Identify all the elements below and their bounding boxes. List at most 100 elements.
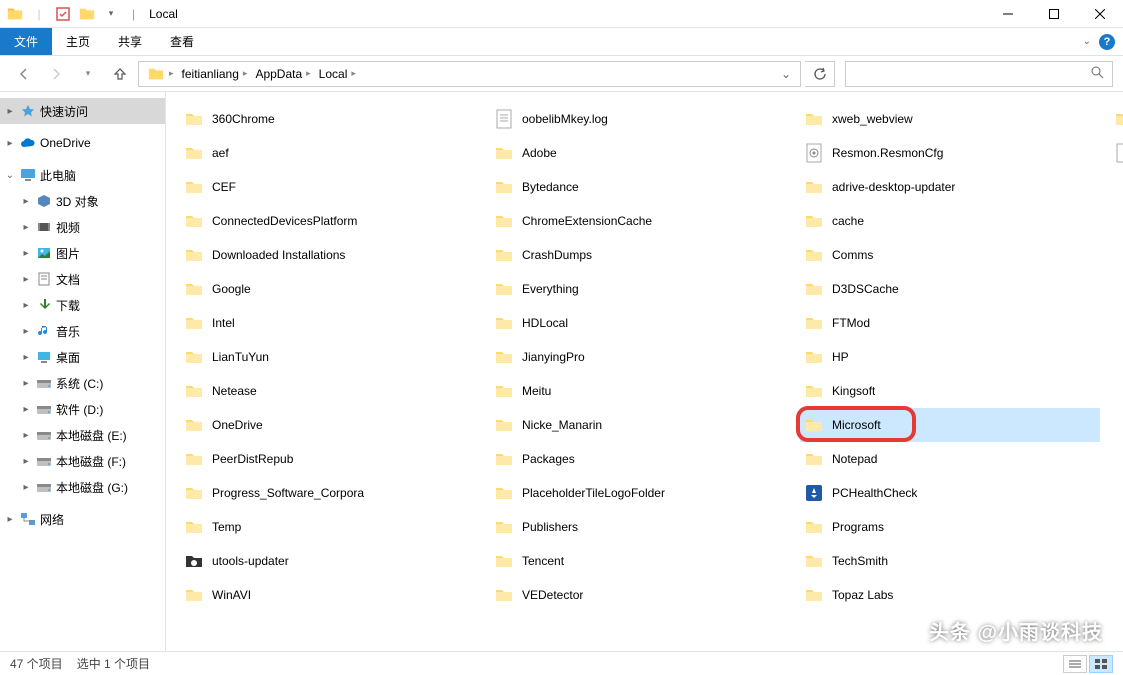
file-item[interactable]: Everything [490,272,790,306]
file-item[interactable]: Adobe [490,136,790,170]
file-item[interactable]: WinAVI [180,578,480,612]
up-button[interactable] [106,60,134,88]
sidebar-item[interactable]: ▸下载 [0,292,165,318]
chevron-right-icon[interactable]: ▸ [20,378,32,389]
file-item[interactable]: 360Chrome [180,102,480,136]
file-item[interactable]: PlaceholderTileLogoFolder [490,476,790,510]
file-item[interactable]: VirtualStore [1110,102,1123,136]
file-item[interactable]: Comms [800,238,1100,272]
file-item[interactable]: Notepad [800,442,1100,476]
file-item[interactable]: HDLocal [490,306,790,340]
back-button[interactable] [10,60,38,88]
chevron-right-icon[interactable]: ▸ [4,106,16,117]
file-item[interactable]: Meitu [490,374,790,408]
file-item[interactable]: OneDrive [180,408,480,442]
sidebar-item[interactable]: ▸本地磁盘 (E:) [0,422,165,448]
chevron-right-icon[interactable]: ▸ [20,248,32,259]
refresh-button[interactable] [805,61,835,87]
file-item[interactable]: Nicke_Manarin [490,408,790,442]
breadcrumb-root-icon[interactable]: ▸ [143,65,178,83]
tab-file[interactable]: 文件 [0,28,52,55]
chevron-right-icon[interactable]: ▸ [20,326,32,337]
address-bar[interactable]: ▸ feitianliang▸ AppData▸ Local▸ ⌄ [138,61,801,87]
file-item[interactable]: D3DSCache [800,272,1100,306]
file-item[interactable]: Downloaded Installations [180,238,480,272]
sidebar-item[interactable]: ▸本地磁盘 (G:) [0,474,165,500]
help-icon[interactable]: ? [1099,34,1115,50]
file-item[interactable]: CEF [180,170,480,204]
file-item[interactable]: Tencent [490,544,790,578]
minimize-button[interactable] [985,0,1031,28]
maximize-button[interactable] [1031,0,1077,28]
chevron-right-icon[interactable]: ▸ [20,456,32,467]
file-item[interactable]: oobelibMkey.log [490,102,790,136]
breadcrumb-item[interactable]: Local▸ [315,67,360,81]
file-item[interactable]: VEDetector [490,578,790,612]
breadcrumb-item[interactable]: AppData▸ [251,67,314,81]
file-item[interactable]: CrashDumps [490,238,790,272]
sidebar-item[interactable]: ▸桌面 [0,344,165,370]
file-item[interactable]: Microsoft [800,408,1100,442]
chevron-right-icon[interactable]: ▸ [20,404,32,415]
file-item[interactable]: TechSmith [800,544,1100,578]
file-item[interactable]: Topaz Labs [800,578,1100,612]
address-dropdown-icon[interactable]: ⌄ [776,67,796,81]
chevron-right-icon[interactable]: ▸ [4,514,16,525]
chevron-right-icon[interactable]: ▸ [20,482,32,493]
view-details-button[interactable] [1063,655,1087,673]
file-item[interactable]: ConnectedDevicesPlatform [180,204,480,238]
forward-button[interactable] [42,60,70,88]
sidebar-item[interactable]: ▸本地磁盘 (F:) [0,448,165,474]
file-item[interactable]: Publishers [490,510,790,544]
sidebar-item[interactable]: ▸3D 对象 [0,188,165,214]
chevron-right-icon[interactable]: ▸ [20,352,32,363]
chevron-right-icon[interactable]: ▸ [20,430,32,441]
file-item[interactable]: PCHealthCheck [800,476,1100,510]
file-item[interactable]: xweb_webview [800,102,1100,136]
sidebar-item[interactable]: ▸音乐 [0,318,165,344]
ribbon-expand-icon[interactable]: ⌄ [1083,36,1091,47]
recent-dropdown-icon[interactable]: ▾ [74,60,102,88]
file-item[interactable]: PeerDistRepub [180,442,480,476]
file-item[interactable]: Adobe 存储为 Web 所用格式 13.0 Prefs [1110,136,1123,170]
file-item[interactable]: Programs [800,510,1100,544]
tab-home[interactable]: 主页 [52,28,104,55]
qat-properties-icon[interactable] [52,3,74,25]
sidebar-item[interactable]: ▸软件 (D:) [0,396,165,422]
file-item[interactable]: Temp [180,510,480,544]
file-item[interactable]: aef [180,136,480,170]
sidebar-network[interactable]: ▸ 网络 [0,506,165,532]
file-item[interactable]: Bytedance [490,170,790,204]
file-item[interactable]: Google [180,272,480,306]
file-item[interactable]: FTMod [800,306,1100,340]
breadcrumb-item[interactable]: feitianliang▸ [178,67,252,81]
chevron-down-icon[interactable]: ⌄ [4,170,16,181]
sidebar-quick-access[interactable]: ▸ 快速访问 [0,98,165,124]
file-item[interactable]: Packages [490,442,790,476]
sidebar-this-pc[interactable]: ⌄ 此电脑 [0,162,165,188]
search-input[interactable] [845,61,1113,87]
file-item[interactable]: adrive-desktop-updater [800,170,1100,204]
file-item[interactable]: Kingsoft [800,374,1100,408]
file-item[interactable]: Netease [180,374,480,408]
file-item[interactable]: Resmon.ResmonCfg [800,136,1100,170]
file-item[interactable]: utools-updater [180,544,480,578]
file-item[interactable]: ChromeExtensionCache [490,204,790,238]
file-item[interactable]: HP [800,340,1100,374]
file-item[interactable]: cache [800,204,1100,238]
file-item[interactable]: LianTuYun [180,340,480,374]
chevron-right-icon[interactable]: ▸ [20,196,32,207]
tab-view[interactable]: 查看 [156,28,208,55]
sidebar-item[interactable]: ▸文档 [0,266,165,292]
view-icons-button[interactable] [1089,655,1113,673]
sidebar-item[interactable]: ▸图片 [0,240,165,266]
chevron-right-icon[interactable]: ▸ [20,274,32,285]
close-button[interactable] [1077,0,1123,28]
chevron-right-icon[interactable]: ▸ [4,138,16,149]
file-item[interactable]: Intel [180,306,480,340]
chevron-right-icon[interactable]: ▸ [20,300,32,311]
chevron-right-icon[interactable]: ▸ [20,222,32,233]
tab-share[interactable]: 共享 [104,28,156,55]
file-item[interactable]: Progress_Software_Corpora [180,476,480,510]
qat-dropdown-icon[interactable]: ▾ [100,3,122,25]
